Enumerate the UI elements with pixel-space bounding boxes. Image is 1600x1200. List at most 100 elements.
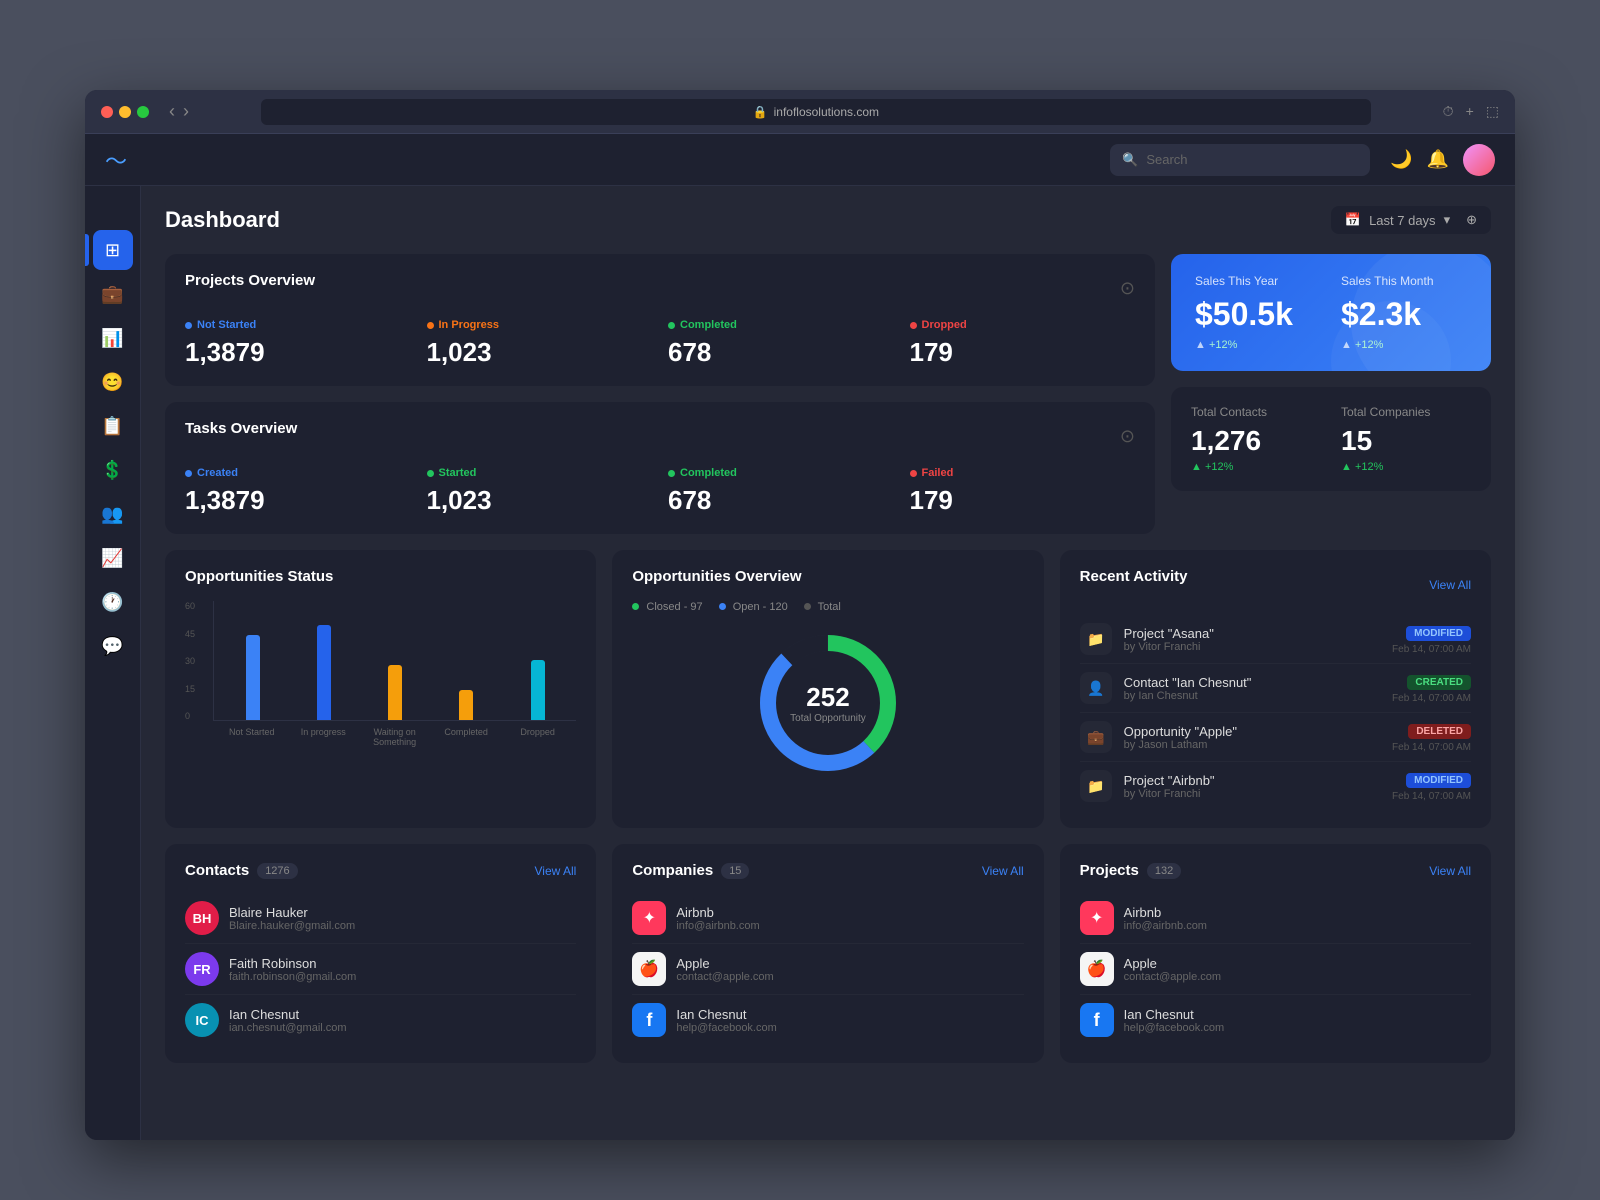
projects-list-header: Projects 132 View All	[1080, 862, 1471, 879]
browser-window: ‹ › 🔒 infoflosolutions.com ⏱ + ⬚ 〜 🔍 Sea…	[85, 90, 1515, 1140]
projects-title: Projects Overview	[185, 272, 315, 289]
contacts-view-all[interactable]: View All	[535, 864, 577, 878]
donut-sublabel: Total Opportunity	[790, 713, 866, 724]
back-icon[interactable]: ‹	[169, 101, 175, 122]
bar-waiting-fill	[388, 665, 402, 720]
dot-closed	[632, 603, 639, 610]
collapse-tasks-icon[interactable]: ⊙	[1120, 426, 1135, 447]
company-name-1: Apple	[676, 956, 773, 971]
projects-in-progress: In Progress 1,023	[427, 319, 653, 368]
activity-by-0: by Vitor Franchi	[1124, 641, 1380, 653]
minimize-button[interactable]	[119, 106, 131, 118]
contacts-list-title: Contacts	[185, 862, 249, 879]
tasks-created-value: 1,3879	[185, 485, 411, 516]
sidebar-item-team[interactable]: 👥	[93, 494, 133, 534]
sidebar-item-tasks[interactable]: 📋	[93, 406, 133, 446]
sidebar-item-contacts[interactable]: 😊	[93, 362, 133, 402]
donut-value: 252	[790, 682, 866, 713]
search-placeholder: Search	[1146, 152, 1187, 167]
tasks-completed-value: 678	[668, 485, 894, 516]
companies-label: Total Companies	[1341, 405, 1471, 419]
tasks-failed: Failed 179	[910, 467, 1136, 516]
projects-not-started: Not Started 1,3879	[185, 319, 411, 368]
contacts-list-header: Contacts 1276 View All	[185, 862, 576, 879]
address-bar[interactable]: 🔒 infoflosolutions.com	[261, 99, 1371, 125]
sidebar-item-reports[interactable]: 📈	[93, 538, 133, 578]
search-icon: 🔍	[1122, 152, 1138, 168]
tasks-dot-red	[910, 470, 917, 477]
bar-in-progress	[293, 625, 354, 720]
finance-icon: 💲	[101, 460, 123, 481]
projects-stats-grid: Not Started 1,3879 In Progress 1,023 Com…	[185, 319, 1135, 368]
url-text: infoflosolutions.com	[774, 105, 879, 119]
project-info-0: Airbnb info@airbnb.com	[1124, 905, 1207, 932]
reports-icon: 📈	[101, 548, 123, 569]
company-info-1: Apple contact@apple.com	[676, 956, 773, 983]
date-filter[interactable]: 📅 Last 7 days ▾ ⊕	[1331, 206, 1491, 234]
projects-in-progress-value: 1,023	[427, 337, 653, 368]
tasks-dot-green2	[668, 470, 675, 477]
company-item-0: ✦ Airbnb info@airbnb.com	[632, 893, 1023, 944]
activity-item-3: 📁 Project "Airbnb" by Vitor Franchi MODI…	[1080, 762, 1471, 810]
contacts-icon: 😊	[101, 372, 123, 393]
badge-modified-0: MODIFIED	[1406, 626, 1471, 641]
account-icon[interactable]: ⏱	[1443, 103, 1454, 120]
activity-item-0: 📁 Project "Asana" by Vitor Franchi MODIF…	[1080, 615, 1471, 664]
opportunities-overview-card: Opportunities Overview Closed - 97 Open …	[612, 550, 1043, 828]
dot-blue	[185, 322, 192, 329]
sidebar-item-history[interactable]: 🕐	[93, 582, 133, 622]
x-label-dropped: Dropped	[507, 727, 568, 747]
x-label-waiting: Waiting onSomething	[364, 727, 425, 747]
sales-this-month: Sales This Month $2.3k ▲ +12%	[1341, 274, 1467, 351]
maximize-button[interactable]	[137, 106, 149, 118]
project-email-0: info@airbnb.com	[1124, 920, 1207, 932]
bell-icon[interactable]: 🔔	[1427, 149, 1449, 170]
expand-icon: ⊕	[1466, 212, 1477, 228]
user-avatar[interactable]	[1463, 144, 1495, 176]
date-filter-label: Last 7 days	[1369, 213, 1436, 228]
tasks-stats-grid: Created 1,3879 Started 1,023 Completed 6…	[185, 467, 1135, 516]
companies-view-all[interactable]: View All	[982, 864, 1024, 878]
y-label-15: 15	[185, 684, 195, 694]
collapse-projects-icon[interactable]: ⊙	[1120, 278, 1135, 299]
sidebar-item-dashboard[interactable]: ⊞	[93, 230, 133, 270]
bar-waiting	[365, 665, 426, 720]
opportunities-status-card: Opportunities Status 60 45 30 15 0	[165, 550, 596, 828]
activity-date-0: Feb 14, 07:00 AM	[1392, 644, 1471, 655]
activity-info-0: Project "Asana" by Vitor Franchi	[1124, 626, 1380, 653]
projects-list-card: Projects 132 View All ✦ Airbnb info@airb…	[1060, 844, 1491, 1063]
contact-name-1: Faith Robinson	[229, 956, 356, 971]
new-tab-icon[interactable]: +	[1466, 103, 1474, 120]
activity-name-2: Opportunity "Apple"	[1124, 724, 1380, 739]
tasks-completed: Completed 678	[668, 467, 894, 516]
close-button[interactable]	[101, 106, 113, 118]
sidebar-item-analytics[interactable]: 📊	[93, 318, 133, 358]
projects-view-all[interactable]: View All	[1429, 864, 1471, 878]
project-name-2: Ian Chesnut	[1124, 1007, 1224, 1022]
tasks-dot-blue	[185, 470, 192, 477]
moon-icon[interactable]: 🌙	[1390, 149, 1412, 170]
browser-actions: ⏱ + ⬚	[1443, 103, 1499, 120]
project-item-1: 🍎 Apple contact@apple.com	[1080, 944, 1471, 995]
search-bar[interactable]: 🔍 Search	[1110, 144, 1370, 176]
logo: 〜	[105, 144, 127, 176]
projects-dropped: Dropped 179	[910, 319, 1136, 368]
contact-avatar-1: FR	[185, 952, 219, 986]
extensions-icon[interactable]: ⬚	[1486, 103, 1499, 120]
chevron-down-icon: ▾	[1444, 212, 1451, 228]
sidebar-item-projects[interactable]: 💼	[93, 274, 133, 314]
activity-icon-contact: 👤	[1080, 672, 1112, 704]
company-item-2: f Ian Chesnut help@facebook.com	[632, 995, 1023, 1045]
forward-icon[interactable]: ›	[183, 101, 189, 122]
contact-info-1: Faith Robinson faith.robinson@gmail.com	[229, 956, 356, 983]
sidebar-item-messages[interactable]: 💬	[93, 626, 133, 666]
activity-by-1: by Ian Chesnut	[1124, 690, 1380, 702]
page-header: Dashboard 📅 Last 7 days ▾ ⊕	[165, 206, 1491, 234]
browser-chrome: ‹ › 🔒 infoflosolutions.com ⏱ + ⬚	[85, 90, 1515, 134]
activity-view-all[interactable]: View All	[1429, 578, 1471, 592]
activity-by-2: by Jason Latham	[1124, 739, 1380, 751]
bottom-row: Contacts 1276 View All BH Blaire Hauker …	[165, 844, 1491, 1063]
sidebar-item-finance[interactable]: 💲	[93, 450, 133, 490]
contacts-label: Total Contacts	[1191, 405, 1321, 419]
projects-completed-value: 678	[668, 337, 894, 368]
